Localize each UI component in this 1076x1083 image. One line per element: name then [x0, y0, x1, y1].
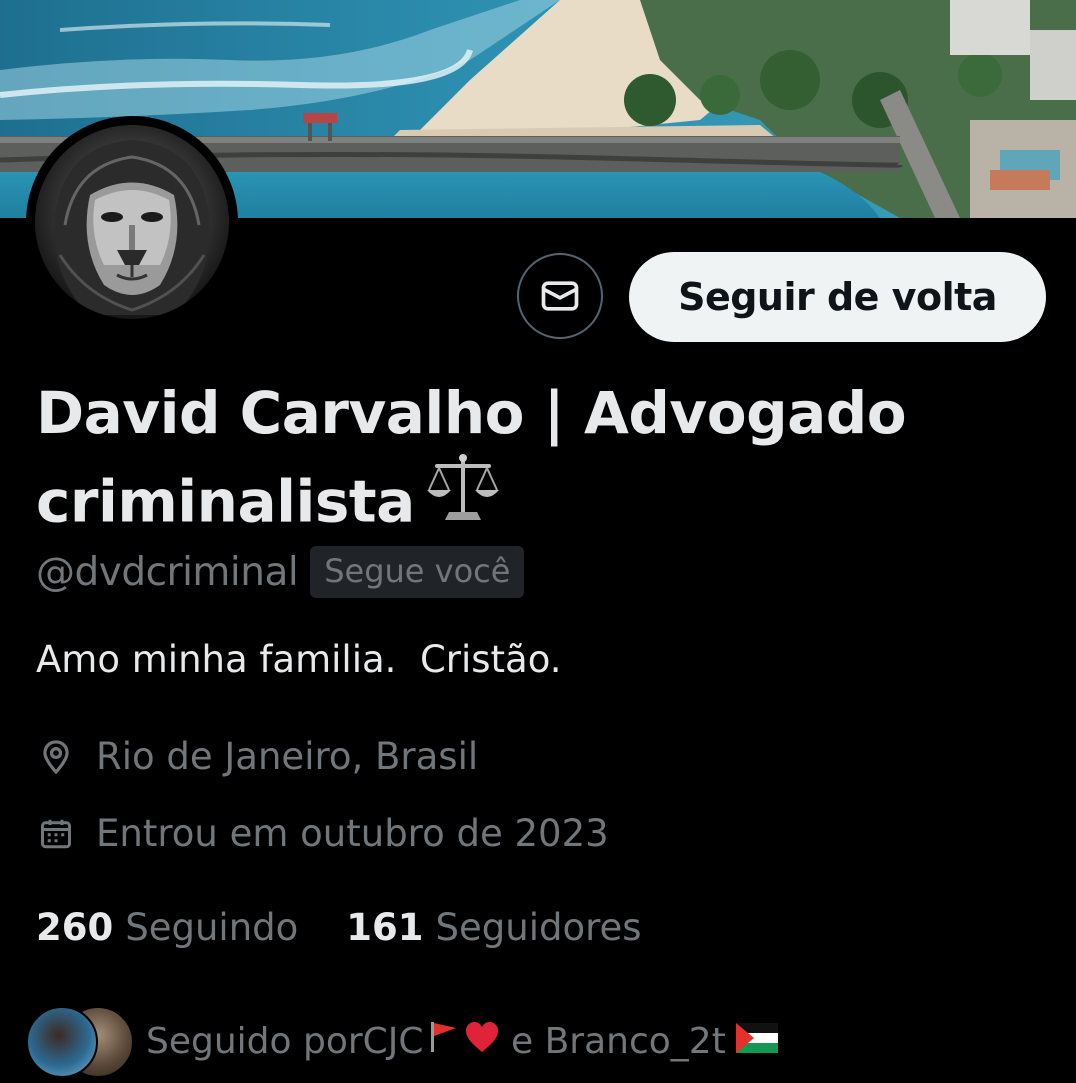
- red-heart-icon: [464, 1020, 500, 1063]
- joined-text: Entrou em outubro de 2023: [96, 812, 609, 855]
- profile-joined-date: Entrou em outubro de 2023: [36, 812, 609, 855]
- followed-by-text: Seguido por CJC e Branco_2t: [146, 1020, 778, 1063]
- followed-by-connector: e: [499, 1020, 545, 1062]
- envelope-icon: [541, 281, 579, 311]
- handle-row: @dvdcriminal Segue você: [36, 546, 525, 598]
- followers-link[interactable]: 161 Seguidores: [346, 906, 641, 949]
- followed-by-prefix: Seguido por: [146, 1020, 363, 1062]
- profile-handle: @dvdcriminal: [36, 549, 299, 595]
- profile-display-name: David Carvalho | Advogado criminalista: [36, 370, 1036, 555]
- location-text: Rio de Janeiro, Brasil: [96, 735, 479, 778]
- profile-avatar[interactable]: [26, 116, 238, 328]
- follower-avatars: [26, 1006, 134, 1078]
- calendar-icon: [36, 814, 76, 854]
- location-pin-icon: [36, 737, 76, 777]
- followers-label: Seguidores: [435, 906, 642, 949]
- followed-by-user2: Branco_2t: [544, 1020, 726, 1062]
- profile-stats: 260 Seguindo 161 Seguidores: [36, 906, 642, 949]
- followers-count: 161: [346, 906, 424, 949]
- follower-avatar-cjc: [26, 1006, 98, 1078]
- profile-location: Rio de Janeiro, Brasil: [36, 735, 478, 778]
- following-label: Seguindo: [125, 906, 299, 949]
- following-link[interactable]: 260 Seguindo: [36, 906, 298, 949]
- follow-back-button[interactable]: Seguir de volta: [629, 252, 1046, 342]
- palestine-flag-icon: [735, 1021, 778, 1062]
- followed-by-row[interactable]: Seguido por CJC e Branco_2t: [26, 1006, 778, 1078]
- red-flag-icon: [428, 1020, 460, 1063]
- profile-bio: Amo minha familia. Cristão.: [36, 638, 562, 681]
- followed-by-user1: CJC: [362, 1020, 424, 1062]
- message-button[interactable]: [517, 253, 603, 339]
- lion-avatar-image: [35, 125, 229, 319]
- follows-you-badge: Segue você: [310, 546, 525, 598]
- following-count: 260: [36, 906, 114, 949]
- balance-scale-icon: [425, 450, 501, 549]
